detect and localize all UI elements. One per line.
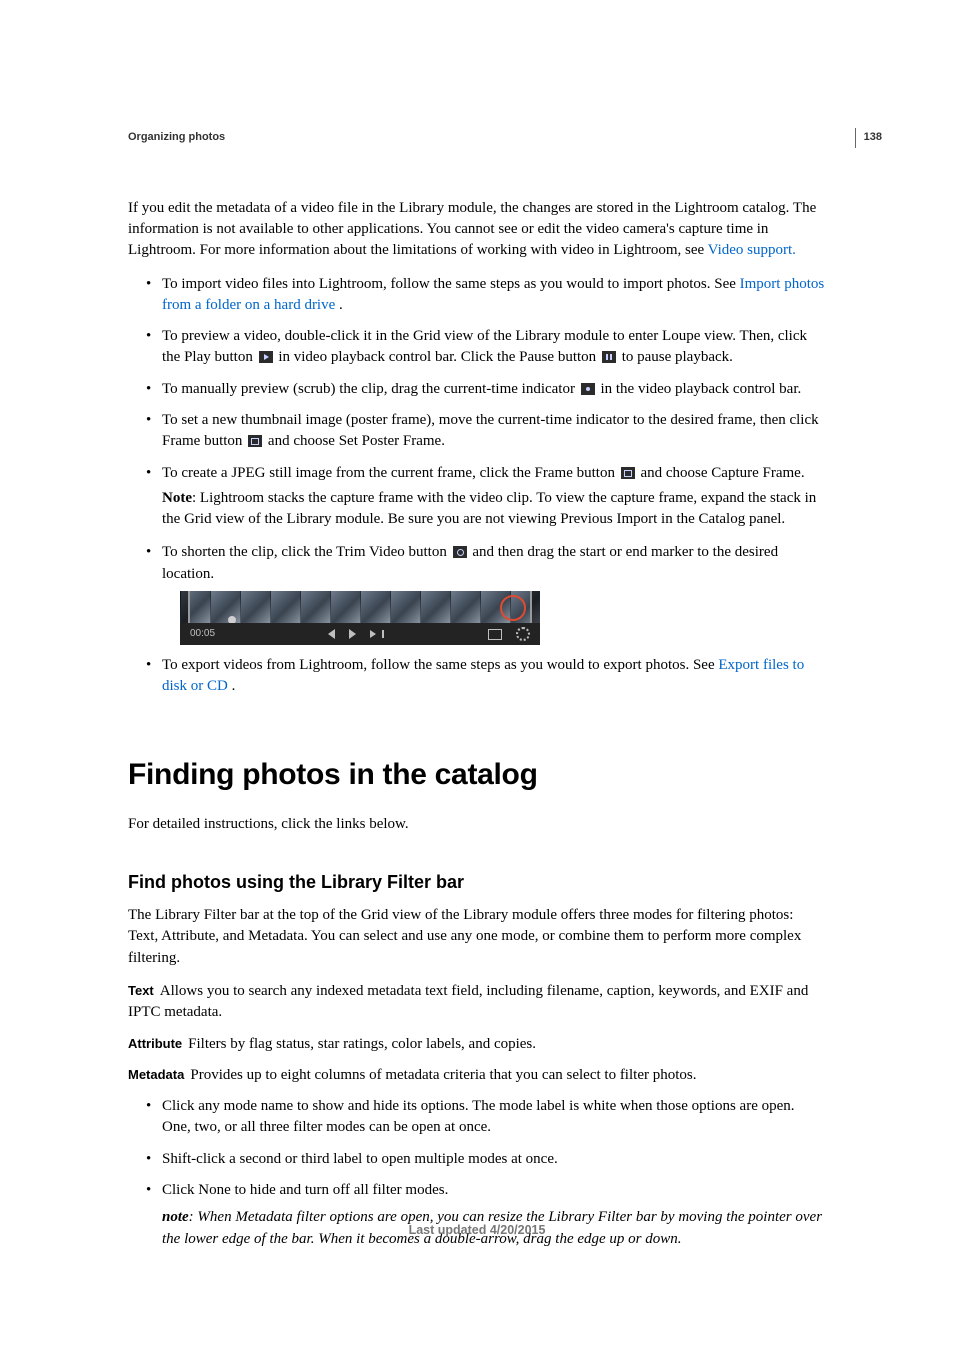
trim-icon xyxy=(453,546,467,558)
video-frames xyxy=(180,591,540,623)
video-trim-strip: 00:05 xyxy=(180,591,540,645)
definition-attribute: Attribute Filters by flag status, star ra… xyxy=(128,1034,826,1055)
text: and choose Set Poster Frame. xyxy=(268,433,445,449)
page: 138 Organizing photos If you edit the me… xyxy=(0,0,954,1350)
note-paragraph: Note: Lightroom stacks the capture frame… xyxy=(162,488,826,531)
filter-intro: The Library Filter bar at the top of the… xyxy=(128,905,826,969)
text: and choose Capture Frame. xyxy=(640,465,804,481)
text: To export videos from Lightroom, follow … xyxy=(162,657,718,673)
note-label: Note xyxy=(162,490,192,506)
text: To shorten the clip, click the Trim Vide… xyxy=(162,544,451,560)
text: to pause playback. xyxy=(622,349,733,365)
list-item: To export videos from Lightroom, follow … xyxy=(146,655,826,698)
definition-metadata: Metadata Provides up to eight columns of … xyxy=(128,1065,826,1086)
list-item: Shift-click a second or third label to o… xyxy=(146,1149,826,1170)
trim-end-marker[interactable] xyxy=(530,591,540,623)
text: . xyxy=(335,297,343,313)
pause-icon xyxy=(602,351,616,363)
intro-paragraph: If you edit the metadata of a video file… xyxy=(128,198,826,262)
def-body: Allows you to search any indexed metadat… xyxy=(128,983,808,1020)
section-heading: Finding photos in the catalog xyxy=(128,754,826,797)
current-time: 00:05 xyxy=(190,627,215,641)
def-term: Attribute xyxy=(128,1036,182,1051)
def-body: Filters by flag status, star ratings, co… xyxy=(188,1036,536,1052)
top-bullet-list: To import video files into Lightroom, fo… xyxy=(128,274,826,698)
def-term: Metadata xyxy=(128,1067,184,1082)
playhead-marker[interactable] xyxy=(228,616,236,623)
subsection-heading: Find photos using the Library Filter bar xyxy=(128,870,826,896)
text: To create a JPEG still image from the cu… xyxy=(162,465,619,481)
def-term: Text xyxy=(128,983,154,998)
frame-icon xyxy=(248,435,262,447)
text: To manually preview (scrub) the clip, dr… xyxy=(162,381,579,397)
list-item: To shorten the clip, click the Trim Vide… xyxy=(146,542,826,645)
frame-icon xyxy=(621,467,635,479)
step-forward-icon[interactable] xyxy=(370,630,376,638)
trim-start-marker[interactable] xyxy=(180,591,190,623)
play-icon[interactable] xyxy=(349,629,356,639)
gear-icon[interactable] xyxy=(516,627,530,641)
list-item: To import video files into Lightroom, fo… xyxy=(146,274,826,317)
list-item: Click any mode name to show and hide its… xyxy=(146,1096,826,1139)
text: in video playback control bar. Click the… xyxy=(278,349,600,365)
definition-text: TextAllows you to search any indexed met… xyxy=(128,981,826,1024)
play-icon xyxy=(259,351,273,363)
text: . xyxy=(228,678,236,694)
list-item: To preview a video, double-click it in t… xyxy=(146,326,826,369)
def-body: Provides up to eight columns of metadata… xyxy=(190,1067,696,1083)
text: Click None to hide and turn off all filt… xyxy=(162,1182,448,1198)
section-sub: For detailed instructions, click the lin… xyxy=(128,814,826,835)
text: To import video files into Lightroom, fo… xyxy=(162,276,740,292)
list-item: To manually preview (scrub) the clip, dr… xyxy=(146,379,826,400)
frame-button-icon[interactable] xyxy=(488,629,502,640)
list-item: To set a new thumbnail image (poster fra… xyxy=(146,410,826,453)
playhead-icon xyxy=(581,383,595,395)
video-support-link[interactable]: Video support. xyxy=(708,242,796,258)
step-back-icon[interactable] xyxy=(328,629,335,639)
video-controls: 00:05 xyxy=(180,623,540,645)
note-text: : Lightroom stacks the capture frame wit… xyxy=(162,490,816,527)
page-number: 138 xyxy=(855,128,882,148)
running-head: Organizing photos xyxy=(128,130,826,146)
highlight-circle xyxy=(500,595,526,621)
footer: Last updated 4/20/2015 xyxy=(0,1222,954,1240)
list-item: To create a JPEG still image from the cu… xyxy=(146,463,826,531)
text: in the video playback control bar. xyxy=(600,381,801,397)
